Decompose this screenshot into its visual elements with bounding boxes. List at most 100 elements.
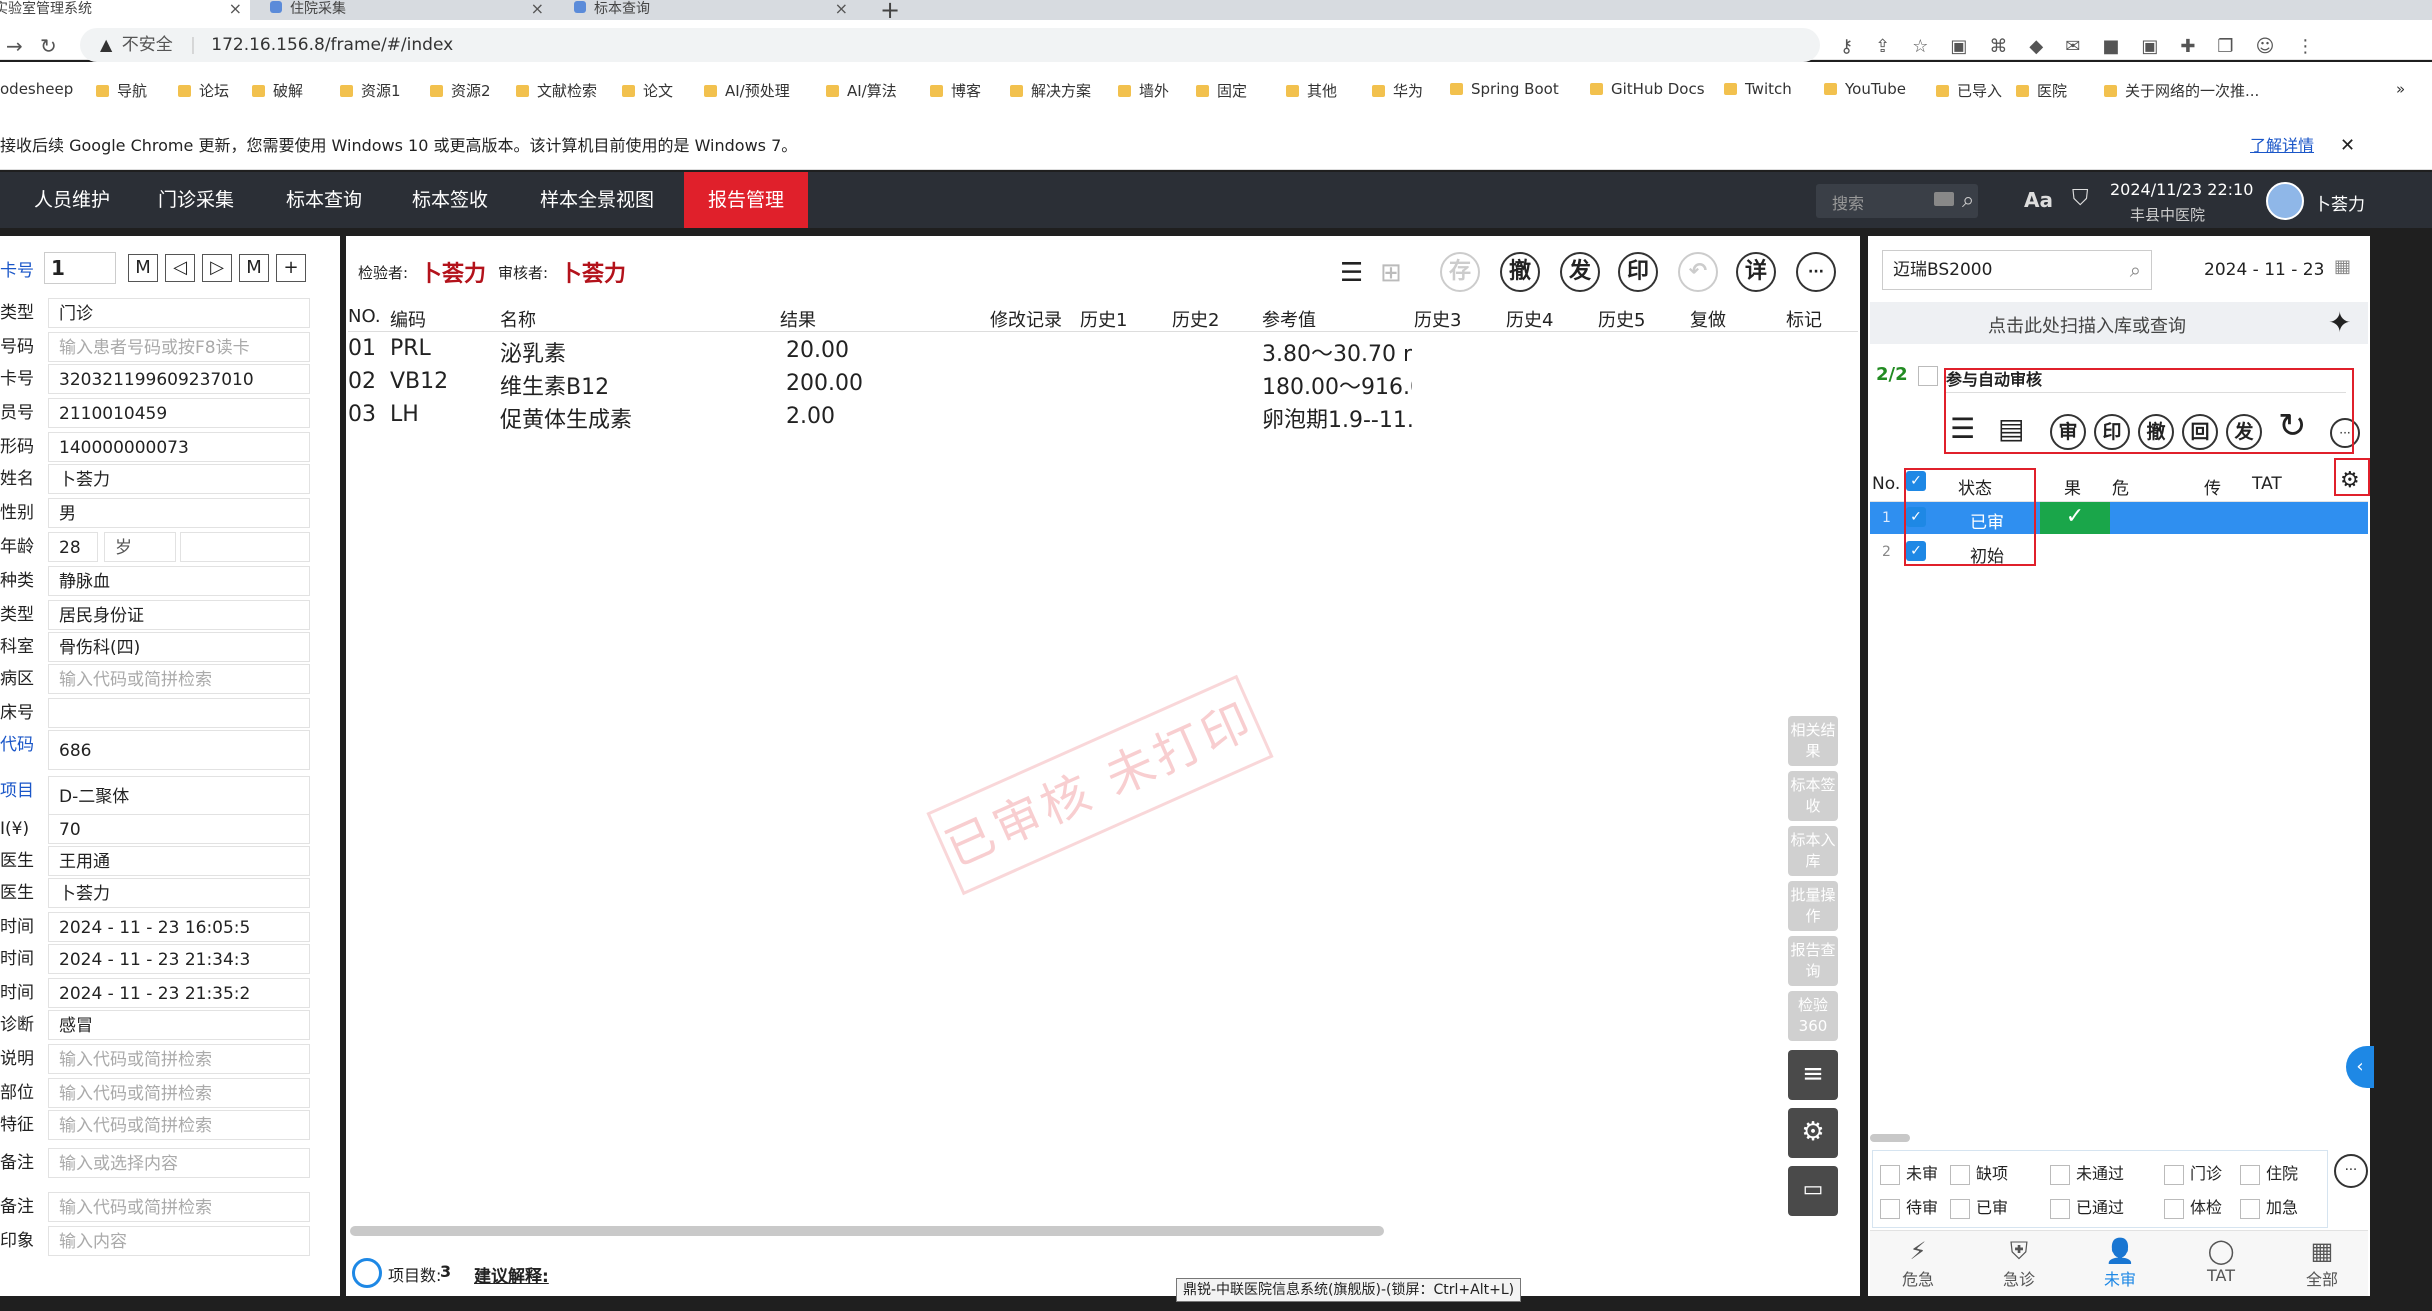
prev-record-button[interactable]: ◁	[165, 254, 195, 282]
field-input[interactable]: 卜荟力	[48, 464, 310, 494]
date-field[interactable]: 2024 - 11 - 23	[2204, 260, 2324, 280]
bookmark-item[interactable]: 其他	[1286, 80, 1337, 101]
field-input[interactable]: 输入代码或简拼检索	[48, 664, 310, 694]
field-input[interactable]: 王用通	[48, 846, 310, 876]
bookmark-item[interactable]: 医院	[2016, 80, 2067, 101]
field-input[interactable]: 感冒	[48, 1010, 310, 1040]
bookmark-item[interactable]: 墙外	[1118, 80, 1169, 101]
checkbox[interactable]	[2050, 1198, 2070, 1219]
field-input[interactable]: 输入患者号码或按F8读卡	[48, 332, 310, 362]
bookmark-item[interactable]: 资源2	[430, 80, 491, 101]
infobar-close-icon[interactable]: ✕	[2340, 122, 2355, 170]
bookmark-item[interactable]: 已导入	[1936, 80, 2002, 101]
next-record-button[interactable]: ▷	[202, 254, 232, 282]
browser-tab[interactable]: 住院采集 ×	[262, 0, 552, 20]
user-name[interactable]: 卜荟力	[2314, 190, 2365, 215]
bookmark-item[interactable]: AI/预处理	[704, 80, 790, 101]
side-action-button[interactable]: 批量操作	[1788, 881, 1838, 931]
field-input[interactable]: 输入代码或简拼检索	[48, 1110, 310, 1140]
bookmark-item[interactable]: odesheep	[0, 80, 73, 98]
side-action-button[interactable]: 标本签收	[1788, 771, 1838, 821]
column-header[interactable]: 结果	[780, 306, 816, 332]
field-input[interactable]: 输入代码或简拼检索	[48, 1044, 310, 1074]
bottom-tab[interactable]: 👤 未审	[2090, 1236, 2150, 1290]
bookmark-item[interactable]: GitHub Docs	[1590, 80, 1705, 98]
field-input[interactable]: 70	[48, 814, 310, 844]
column-header[interactable]: 历史5	[1598, 306, 1645, 332]
field-input[interactable]: 140000000073	[48, 432, 310, 462]
auto-review-checkbox[interactable]	[1918, 366, 1938, 386]
column-header[interactable]: 果	[2064, 474, 2081, 499]
column-header[interactable]: 参考值	[1262, 306, 1316, 332]
add-item-icon[interactable]: ⊞	[1380, 258, 1402, 288]
side-action-button[interactable]: 报告查询	[1788, 936, 1838, 986]
calendar-icon[interactable]: ▦	[2334, 256, 2351, 277]
last-record-button[interactable]: M	[239, 254, 269, 282]
filter-checkbox[interactable]: 体检	[2164, 1194, 2222, 1219]
column-header[interactable]: 危	[2112, 474, 2129, 499]
field-input[interactable]: 输入代码或简拼检索	[48, 1078, 310, 1108]
instrument-select[interactable]: 迈瑞BS2000 ⌕	[1882, 250, 2152, 290]
filter-checkbox[interactable]: 加急	[2240, 1194, 2298, 1219]
filter-checkbox[interactable]: 未通过	[2050, 1160, 2124, 1185]
nav-personnel[interactable]: 人员维护	[34, 172, 110, 228]
menu-icon[interactable]: ≡	[1788, 1050, 1838, 1100]
browser-tab[interactable]: 标本查询 ×	[566, 0, 856, 20]
column-header[interactable]: 标记	[1786, 306, 1822, 332]
nav-sample-panorama[interactable]: 样本全景视图	[540, 172, 654, 228]
field-input[interactable]: 骨伤科(四)	[48, 632, 310, 662]
row-result[interactable]: 2.00	[786, 404, 835, 429]
filter-checkbox[interactable]: 门诊	[2164, 1160, 2222, 1185]
print-button[interactable]: 印	[1618, 252, 1658, 292]
field-input[interactable]: 2024 - 11 - 23 16:05:5	[48, 912, 310, 942]
field-input[interactable]: 686	[48, 730, 310, 770]
bookmark-item[interactable]: Spring Boot	[1450, 80, 1559, 98]
field-input[interactable]: 男	[48, 498, 310, 528]
filter-checkbox[interactable]: 待审	[1880, 1194, 1938, 1219]
age-unit-select[interactable]: 岁	[104, 532, 176, 562]
bookmark-item[interactable]: AI/算法	[826, 80, 897, 101]
infobar-link[interactable]: 了解详情	[2250, 122, 2314, 170]
publish-button[interactable]: 发	[1560, 252, 1600, 292]
checkbox[interactable]	[1950, 1198, 1970, 1219]
side-action-button[interactable]: 检验360	[1788, 991, 1838, 1041]
bookmark-item[interactable]: 论坛	[178, 80, 229, 101]
keyboard-icon[interactable]	[1934, 192, 1954, 206]
column-header[interactable]: 传	[2204, 474, 2221, 499]
checkbox[interactable]	[2164, 1164, 2184, 1185]
bottom-tab[interactable]: ▦ 全部	[2292, 1236, 2352, 1290]
revoke-button[interactable]: 撤	[1500, 252, 1540, 292]
checkbox[interactable]	[2240, 1198, 2260, 1219]
nav-specimen-query[interactable]: 标本查询	[286, 172, 362, 228]
bookmark-item[interactable]: 破解	[252, 80, 303, 101]
field-input[interactable]: 居民身份证	[48, 600, 310, 630]
bookmark-item[interactable]: 解决方案	[1010, 80, 1091, 101]
field-input[interactable]: 320321199609237010	[48, 364, 310, 394]
forward-icon[interactable]: →	[6, 34, 23, 58]
age-extra-select[interactable]	[180, 532, 310, 562]
nav-outpatient-collect[interactable]: 门诊采集	[158, 172, 234, 228]
row-result[interactable]: 200.00	[786, 371, 863, 396]
bookmark-item[interactable]: 关于网络的一次推...	[2104, 80, 2259, 101]
bookmark-item[interactable]: 固定	[1196, 80, 1247, 101]
font-size-icon[interactable]: Aa	[2024, 188, 2053, 212]
close-tab-icon[interactable]: ×	[531, 0, 544, 18]
horizontal-scrollbar[interactable]	[350, 1226, 1384, 1236]
filter-checkbox[interactable]: 住院	[2240, 1160, 2298, 1185]
bookmarks-more-icon[interactable]: »	[2396, 80, 2405, 98]
checkbox[interactable]	[2164, 1198, 2184, 1219]
toggle-icon[interactable]	[352, 1258, 382, 1288]
column-header[interactable]: No.	[1872, 474, 1900, 494]
first-record-button[interactable]: M	[128, 254, 158, 282]
scan-bar[interactable]: 点击此处扫描入库或查询 ✦	[1870, 302, 2368, 344]
column-header[interactable]: NO.	[348, 306, 381, 327]
field-input[interactable]: 卜荟力	[48, 878, 310, 908]
browser-tab-active[interactable]: 实验室管理系统 ×	[0, 0, 250, 20]
list-scrollbar[interactable]	[1870, 1134, 1910, 1142]
filter-checkbox[interactable]: 未审	[1880, 1160, 1938, 1185]
checkbox[interactable]	[1880, 1164, 1900, 1185]
checkbox[interactable]	[2240, 1164, 2260, 1185]
extension-icons[interactable]: ⚷⇪☆▣⌘◆✉■▣✚❐☺⋮	[1840, 36, 2336, 57]
side-action-button[interactable]: 标本入库	[1788, 826, 1838, 876]
close-tab-icon[interactable]: ×	[229, 0, 242, 18]
